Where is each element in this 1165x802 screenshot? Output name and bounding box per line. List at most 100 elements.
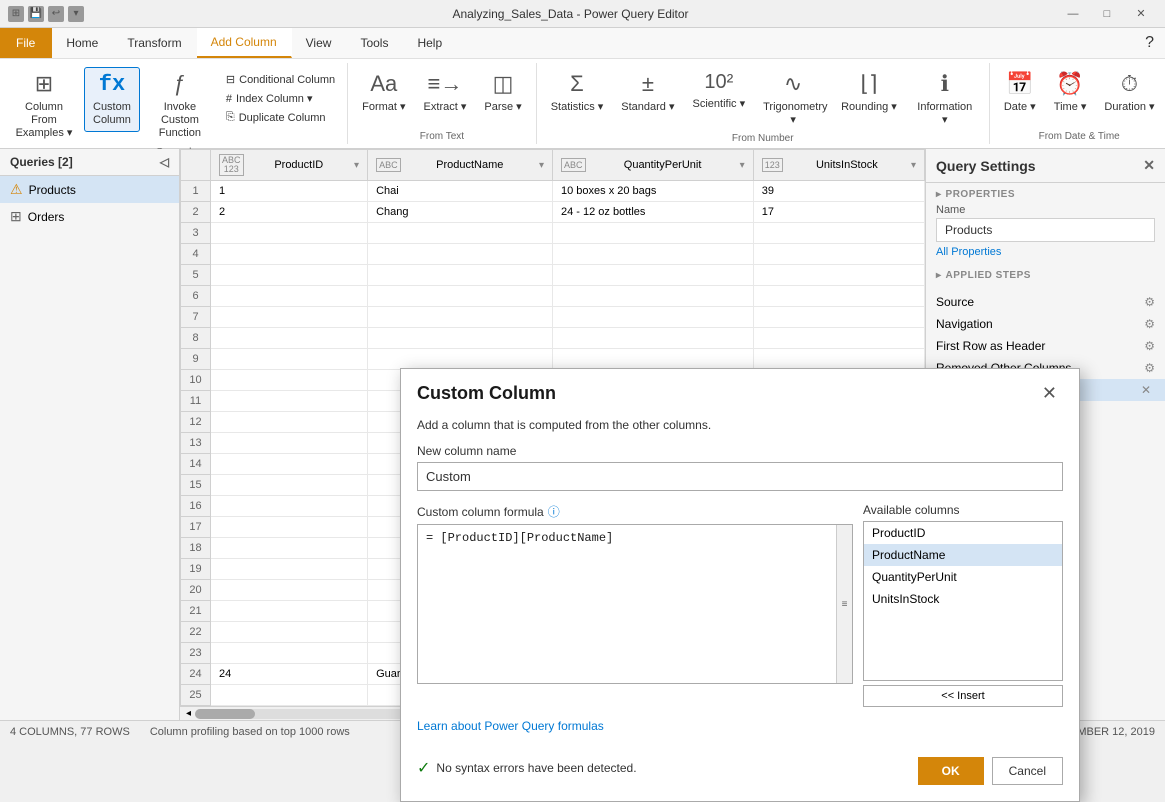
more-icon[interactable]: ▾ (68, 6, 84, 22)
step-delete-icon[interactable]: ✕ (1141, 383, 1151, 397)
sidebar-item-products[interactable]: ⚠ Products (0, 176, 179, 203)
conditional-column-button[interactable]: ⊟ Conditional Column (220, 71, 341, 88)
step-item-source[interactable]: Source⚙ (926, 291, 1165, 313)
scientific-button[interactable]: 10² Scientific ▾ (685, 67, 754, 115)
step-item-first-row-as-header[interactable]: First Row as Header⚙ (926, 335, 1165, 357)
title-bar: ⊞ 💾 ↩ ▾ Analyzing_Sales_Data - Power Que… (0, 0, 1165, 28)
duration-icon: ⏱ (1121, 71, 1138, 97)
step-gear-icon[interactable]: ⚙ (1144, 361, 1155, 375)
modal-footer-buttons: OK Cancel (918, 757, 1063, 785)
scroll-left-arrow[interactable]: ◂ (182, 708, 195, 719)
name-label: Name (936, 204, 1155, 216)
information-label: Information ▾ (915, 101, 975, 127)
available-cols-list[interactable]: ProductIDProductNameQuantityPerUnitUnits… (863, 521, 1063, 681)
query-settings-title: Query Settings (936, 158, 1036, 174)
formula-info-icon[interactable]: ⓘ (548, 503, 560, 520)
formula-editor-wrap: = [ProductID][ProductName] ≡ (417, 524, 853, 684)
tab-view[interactable]: View (292, 28, 347, 58)
step-label: First Row as Header (936, 339, 1144, 353)
sidebar-item-orders[interactable]: ⊞ Orders (0, 203, 179, 230)
duration-button[interactable]: ⏱ Duration ▾ (1096, 67, 1162, 118)
tab-tools[interactable]: Tools (346, 28, 403, 58)
cancel-button[interactable]: Cancel (992, 757, 1063, 785)
extract-button[interactable]: ≡→ Extract ▾ (416, 67, 475, 118)
ok-button[interactable]: OK (918, 757, 984, 785)
applied-steps-title: APPLIED STEPS (936, 270, 1155, 281)
step-item-navigation[interactable]: Navigation⚙ (926, 313, 1165, 335)
invoke-custom-function-button[interactable]: ƒ Invoke CustomFunction (142, 67, 218, 145)
custom-column-button[interactable]: fx CustomColumn (84, 67, 140, 132)
general-buttons: ⊞ Column FromExamples ▾ fx CustomColumn … (6, 63, 341, 145)
minimize-button[interactable]: — (1057, 4, 1089, 24)
formula-section: Custom column formula ⓘ = [ProductID][Pr… (417, 503, 1063, 707)
tab-add-column[interactable]: Add Column (197, 28, 292, 58)
date-button[interactable]: 📅 Date ▾ (996, 67, 1044, 118)
title-bar-icons: ⊞ 💾 ↩ ▾ (8, 6, 84, 22)
step-gear-icon[interactable]: ⚙ (1144, 317, 1155, 331)
standard-icon: ± (642, 71, 654, 97)
query-settings-close-btn[interactable]: ✕ (1143, 157, 1155, 174)
available-col-item-quantityperunit[interactable]: QuantityPerUnit (864, 566, 1062, 588)
tab-transform[interactable]: Transform (113, 28, 196, 58)
applied-steps-section: APPLIED STEPS (926, 264, 1165, 291)
information-button[interactable]: ℹ Information ▾ (907, 67, 983, 131)
scroll-thumb[interactable] (195, 709, 255, 719)
step-gear-icon[interactable]: ⚙ (1144, 295, 1155, 309)
trig-label: Trigonometry ▾ (763, 101, 823, 127)
save-icon[interactable]: 💾 (28, 6, 44, 22)
modal-body: Add a column that is computed from the o… (401, 410, 1079, 801)
date-icon: 📅 (1006, 71, 1033, 97)
column-examples-icon: ⊞ (35, 71, 53, 97)
properties-title: PROPERTIES (936, 189, 1155, 200)
query-name-input[interactable] (936, 218, 1155, 242)
undo-icon[interactable]: ↩ (48, 6, 64, 22)
step-gear-icon[interactable]: ⚙ (1144, 339, 1155, 353)
ribbon: File Home Transform Add Column View Tool… (0, 28, 1165, 149)
column-examples-label: Column FromExamples ▾ (14, 101, 74, 141)
available-col-item-productname[interactable]: ProductName (864, 544, 1062, 566)
maximize-button[interactable]: □ (1091, 4, 1123, 24)
time-button[interactable]: ⏰ Time ▾ (1046, 67, 1095, 118)
sidebar-collapse-btn[interactable]: ◁ (160, 155, 169, 169)
rounding-icon: ⌊⌉ (860, 71, 877, 97)
insert-button[interactable]: << Insert (863, 685, 1063, 707)
new-column-name-input[interactable] (417, 462, 1063, 491)
all-properties-link[interactable]: All Properties (936, 246, 1155, 258)
duplicate-column-button[interactable]: ⎘ Duplicate Column (220, 109, 341, 126)
date-label: Date ▾ (1004, 101, 1036, 114)
available-col-item-unitsinstock[interactable]: UnitsInStock (864, 588, 1062, 610)
formula-scroll-handle[interactable]: ≡ (836, 525, 852, 683)
ribbon-group-from-text: Aa Format ▾ ≡→ Extract ▾ ◫ Parse ▾ From … (348, 63, 537, 144)
orders-label: Orders (28, 210, 65, 224)
ribbon-group-from-datetime: 📅 Date ▾ ⏰ Time ▾ ⏱ Duration ▾ From Date… (990, 63, 1165, 144)
statistics-button[interactable]: Σ Statistics ▾ (543, 67, 612, 118)
index-column-button[interactable]: # Index Column ▾ (220, 90, 341, 107)
formula-editor[interactable]: = [ProductID][ProductName] (418, 525, 852, 683)
tab-help[interactable]: Help (403, 28, 457, 58)
help-icon-btn[interactable]: ? (1135, 28, 1165, 58)
trigonometry-button[interactable]: ∿ Trigonometry ▾ (755, 67, 831, 131)
extract-icon: ≡→ (428, 71, 463, 97)
available-col-item-productid[interactable]: ProductID (864, 522, 1062, 544)
standard-button[interactable]: ± Standard ▾ (613, 67, 682, 118)
extract-label: Extract ▾ (424, 101, 467, 114)
duplicate-col-icon: ⎘ (226, 111, 235, 124)
conditional-col-label: Conditional Column (239, 74, 335, 86)
parse-button[interactable]: ◫ Parse ▾ (476, 67, 529, 118)
available-cols-label: Available columns (863, 503, 1063, 517)
rounding-label: Rounding ▾ (841, 101, 897, 114)
close-button[interactable]: ✕ (1125, 4, 1157, 24)
column-from-examples-button[interactable]: ⊞ Column FromExamples ▾ (6, 67, 82, 145)
rounding-button[interactable]: ⌊⌉ Rounding ▾ (833, 67, 905, 118)
ribbon-group-general: ⊞ Column FromExamples ▾ fx CustomColumn … (0, 63, 348, 144)
orders-table-icon: ⊞ (10, 208, 22, 225)
from-datetime-group-label: From Date & Time (1039, 129, 1120, 144)
step-label: Navigation (936, 317, 1144, 331)
learn-link[interactable]: Learn about Power Query formulas (417, 719, 604, 733)
tab-home[interactable]: Home (52, 28, 113, 58)
modal-close-button[interactable]: ✕ (1036, 381, 1063, 406)
tab-file[interactable]: File (0, 28, 52, 58)
products-warn-icon: ⚠ (10, 181, 23, 198)
modal-overlay: Custom Column ✕ Add a column that is com… (180, 148, 925, 703)
format-button[interactable]: Aa Format ▾ (354, 67, 413, 118)
